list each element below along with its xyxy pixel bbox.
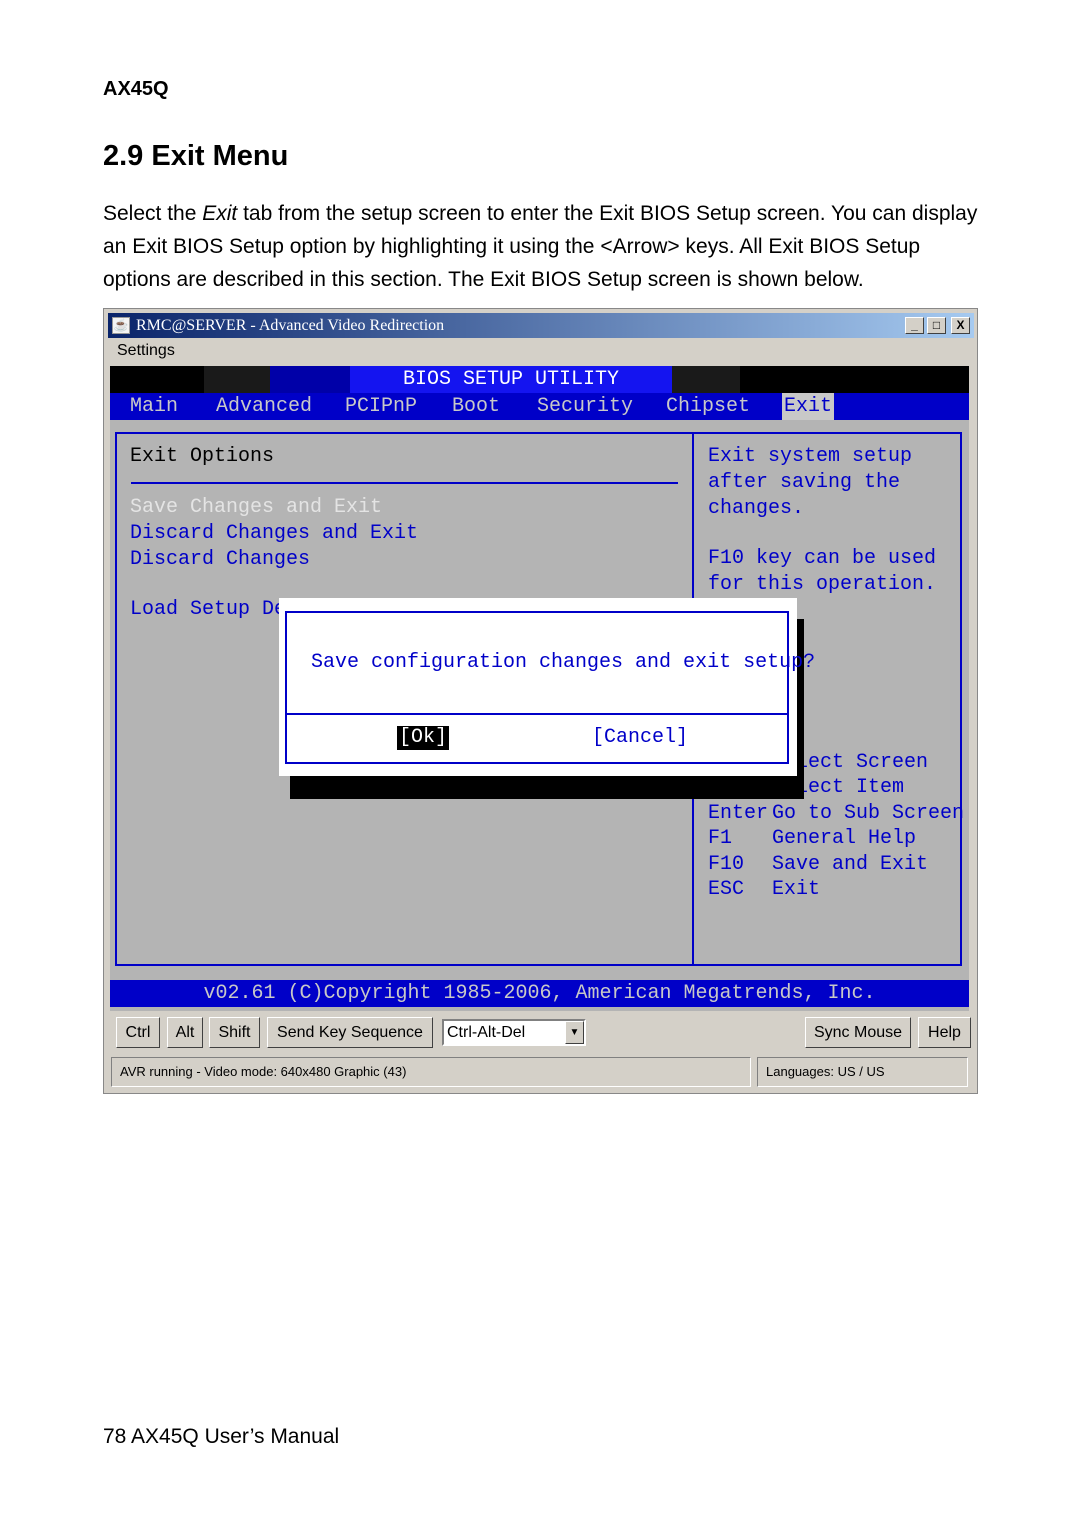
tab-exit[interactable]: Exit [782, 393, 835, 420]
key-sequence-select[interactable]: Ctrl-Alt-Del ▼ [442, 1019, 586, 1046]
key-desc: Exit [772, 878, 821, 901]
key-desc: Save and Exit [772, 853, 929, 876]
divider [287, 713, 787, 715]
redirection-window: RMC@SERVER - Advanced Video Redirection … [103, 308, 978, 1094]
selected-sequence: Ctrl-Alt-Del [447, 1024, 526, 1041]
tab-main[interactable]: Main [130, 393, 178, 420]
ok-button[interactable]: [Ok] [397, 726, 450, 750]
divider [131, 482, 678, 484]
cancel-button[interactable]: [Cancel] [592, 726, 688, 750]
key-name: Enter [708, 802, 769, 825]
help-line: Exit system setup [708, 445, 913, 468]
section-heading: Exit Options [130, 445, 275, 468]
intro-paragraph: Select the Exit tab from the setup scree… [103, 197, 983, 296]
maximize-button[interactable]: □ [927, 317, 946, 334]
tab-security[interactable]: Security [537, 393, 633, 420]
menu-settings[interactable]: Settings [117, 342, 175, 360]
intro-emphasis: Exit [202, 202, 238, 225]
key-name: F1 [708, 827, 733, 850]
page-footer: 78 AX45Q User’s Manual [103, 1425, 340, 1448]
help-button[interactable]: Help [918, 1017, 971, 1048]
chevron-down-icon[interactable]: ▼ [565, 1021, 584, 1044]
tab-pcipnp[interactable]: PCIPnP [345, 393, 417, 420]
dialog-message: Save configuration changes and exit setu… [311, 651, 816, 674]
option-save-changes-exit[interactable]: Save Changes and Exit [130, 495, 382, 521]
status-video-mode: AVR running - Video mode: 640x480 Graphi… [111, 1057, 751, 1087]
minimize-button[interactable]: _ [905, 317, 924, 334]
tab-advanced[interactable]: Advanced [216, 393, 312, 420]
help-line: for this operation. [708, 573, 937, 596]
intro-text: Select the [103, 202, 203, 225]
option-discard-changes-exit[interactable]: Discard Changes and Exit [130, 521, 418, 547]
help-line: F10 key can be used [708, 547, 937, 570]
confirm-dialog: Save configuration changes and exit setu… [279, 598, 815, 776]
bios-tabs: Main Advanced PCIPnP Boot Security Chips… [110, 393, 969, 420]
key-desc: Go to Sub Screen [772, 802, 965, 825]
tab-chipset[interactable]: Chipset [666, 393, 750, 420]
key-name: ESC [708, 878, 745, 901]
bios-copyright: v02.61 (C)Copyright 1985-2006, American … [110, 980, 969, 1007]
shift-button[interactable]: Shift [209, 1017, 260, 1048]
bios-header: BIOS SETUP UTILITY [110, 366, 969, 393]
send-key-sequence-button[interactable]: Send Key Sequence [267, 1017, 433, 1048]
option-discard-changes[interactable]: Discard Changes [130, 547, 310, 573]
ctrl-button[interactable]: Ctrl [116, 1017, 160, 1048]
bios-screen[interactable]: BIOS SETUP UTILITY Main Advanced PCIPnP … [110, 366, 969, 1011]
doc-header: AX45Q [103, 78, 169, 100]
help-line: changes. [708, 497, 805, 520]
bios-title: BIOS SETUP UTILITY [402, 368, 620, 391]
help-line: after saving the [708, 471, 901, 494]
status-languages: Languages: US / US [757, 1057, 968, 1087]
sync-mouse-button[interactable]: Sync Mouse [805, 1017, 911, 1048]
key-name: F10 [708, 853, 745, 876]
window-title: RMC@SERVER - Advanced Video Redirection [136, 317, 445, 334]
tab-boot[interactable]: Boot [452, 393, 500, 420]
key-desc: General Help [772, 827, 917, 850]
section-title: 2.9 Exit Menu [103, 140, 289, 172]
close-button[interactable]: X [951, 317, 970, 334]
title-bar[interactable]: RMC@SERVER - Advanced Video Redirection … [108, 313, 974, 338]
java-app-icon: ☕ [112, 317, 130, 334]
alt-button[interactable]: Alt [167, 1017, 203, 1048]
